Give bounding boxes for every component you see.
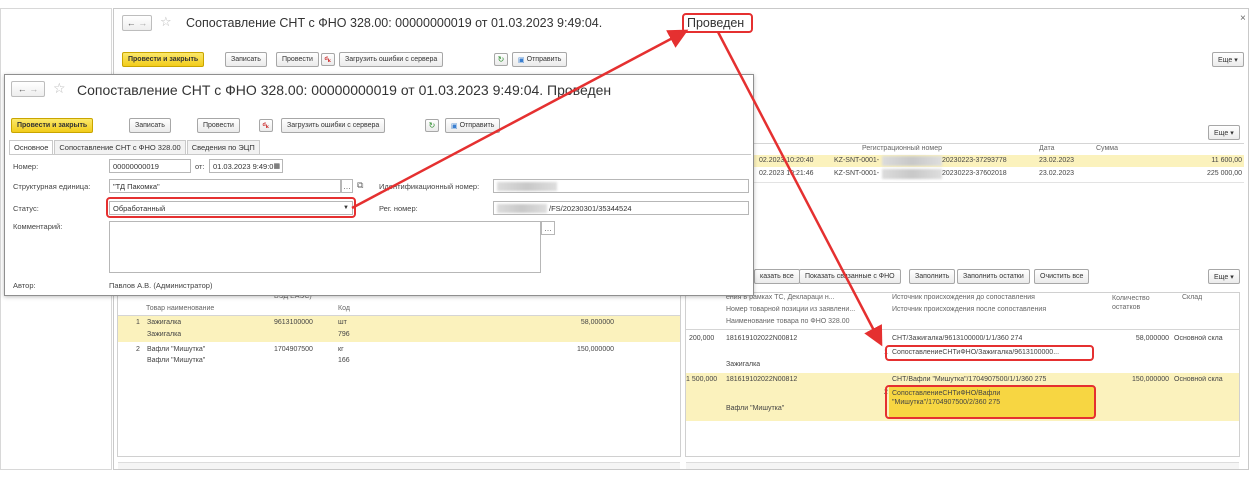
annotation-arrows — [351, 29, 883, 347]
arrow-status-to-row — [716, 31, 883, 347]
arrow-status-to-field — [351, 29, 689, 210]
